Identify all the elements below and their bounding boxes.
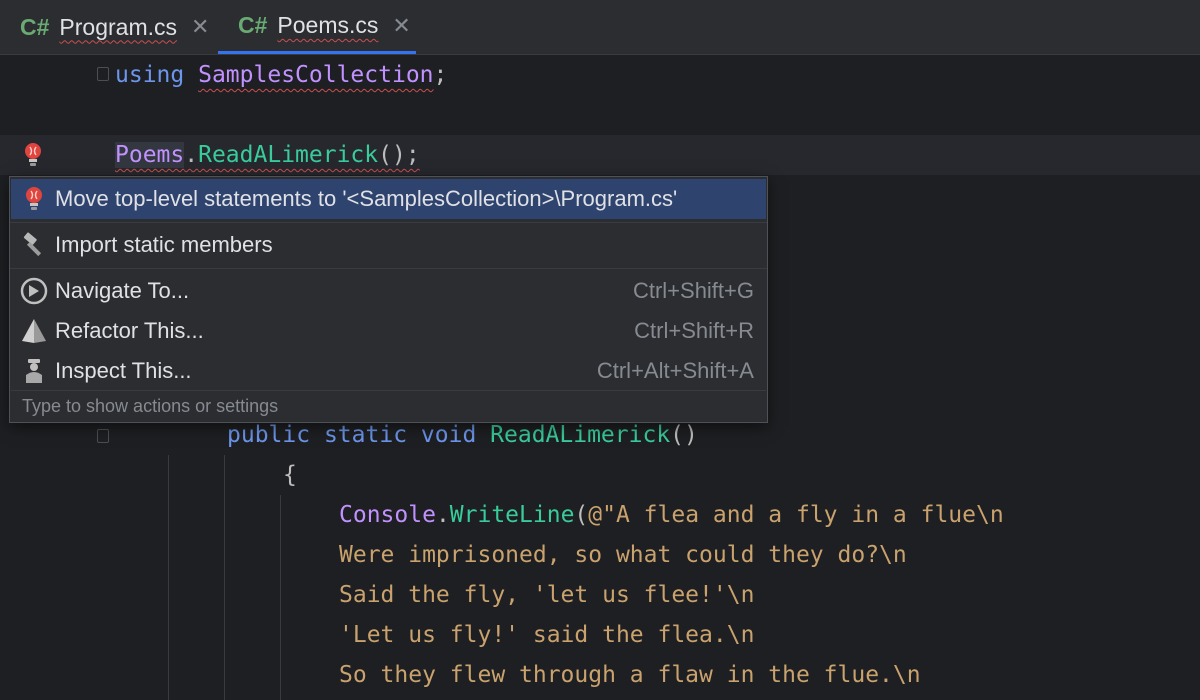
indent-guide — [224, 455, 225, 700]
menu-item-navigate-to[interactable]: Navigate To... Ctrl+Shift+G — [11, 271, 766, 311]
code-line-string: 'Let us fly!' said the flea.\n — [339, 622, 755, 648]
bulb-icon[interactable] — [22, 141, 44, 169]
menu-item-label: Refactor This... — [55, 318, 204, 343]
code-line-string: Said the fly, 'let us flee!'\n — [339, 582, 755, 608]
menu-item-import-static-members[interactable]: Import static members — [11, 225, 766, 265]
close-icon[interactable]: ✕ — [191, 14, 209, 40]
bulb-icon — [17, 183, 51, 215]
menu-separator — [10, 268, 767, 269]
csharp-file-icon: C# — [238, 12, 268, 38]
menu-item-move-top-level-statements[interactable]: Move top-level statements to '<SamplesCo… — [11, 179, 766, 219]
menu-item-label: Navigate To... — [55, 278, 190, 303]
csharp-file-icon: C# — [20, 13, 50, 40]
menu-item-shortcut: Ctrl+Shift+G — [632, 278, 754, 303]
indent-guide — [168, 455, 169, 700]
menu-item-inspect-this[interactable]: Inspect This... Ctrl+Alt+Shift+A — [11, 351, 766, 391]
code-line-call: Poems.ReadALimerick(); — [115, 142, 420, 168]
menu-item-shortcut: Ctrl+Shift+R — [634, 318, 754, 343]
popup-hint: Type to show actions or settings — [11, 390, 766, 422]
tab-program-cs[interactable]: C# Program.cs ✕ — [0, 0, 218, 54]
code-line-writeline: Console.WriteLine(@"A flea and a fly in … — [339, 502, 1004, 528]
hammer-icon — [17, 229, 51, 261]
inspector-icon — [17, 355, 51, 387]
tab-poems-cs[interactable]: C# Poems.cs ✕ — [218, 0, 416, 54]
code-line-string: Were imprisoned, so what could they do?\… — [339, 542, 907, 568]
menu-separator — [10, 222, 767, 223]
indent-guide — [280, 495, 281, 700]
close-icon[interactable]: ✕ — [392, 13, 410, 39]
code-line-brace: { — [283, 462, 297, 488]
menu-item-label: Import static members — [55, 232, 273, 257]
menu-item-shortcut: Ctrl+Alt+Shift+A — [596, 358, 754, 383]
code-line-string: So they flew through a flaw in the flue.… — [339, 662, 921, 688]
tab-label: Program.cs — [59, 13, 177, 40]
pyramid-icon — [17, 315, 51, 347]
tab-label: Poems.cs — [277, 12, 379, 38]
compass-icon — [17, 275, 51, 307]
menu-item-label: Inspect This... — [55, 358, 192, 383]
fold-marker-icon[interactable] — [97, 429, 109, 443]
fold-marker-icon[interactable] — [97, 67, 109, 81]
code-line-using: using SamplesCollection; — [115, 62, 448, 88]
menu-item-label: Move top-level statements to '<SamplesCo… — [55, 186, 678, 211]
editor-tab-bar: C# Program.cs ✕ C# Poems.cs ✕ — [0, 0, 1200, 55]
menu-item-refactor-this[interactable]: Refactor This... Ctrl+Shift+R — [11, 311, 766, 351]
context-actions-popup: Move top-level statements to '<SamplesCo… — [9, 176, 768, 423]
